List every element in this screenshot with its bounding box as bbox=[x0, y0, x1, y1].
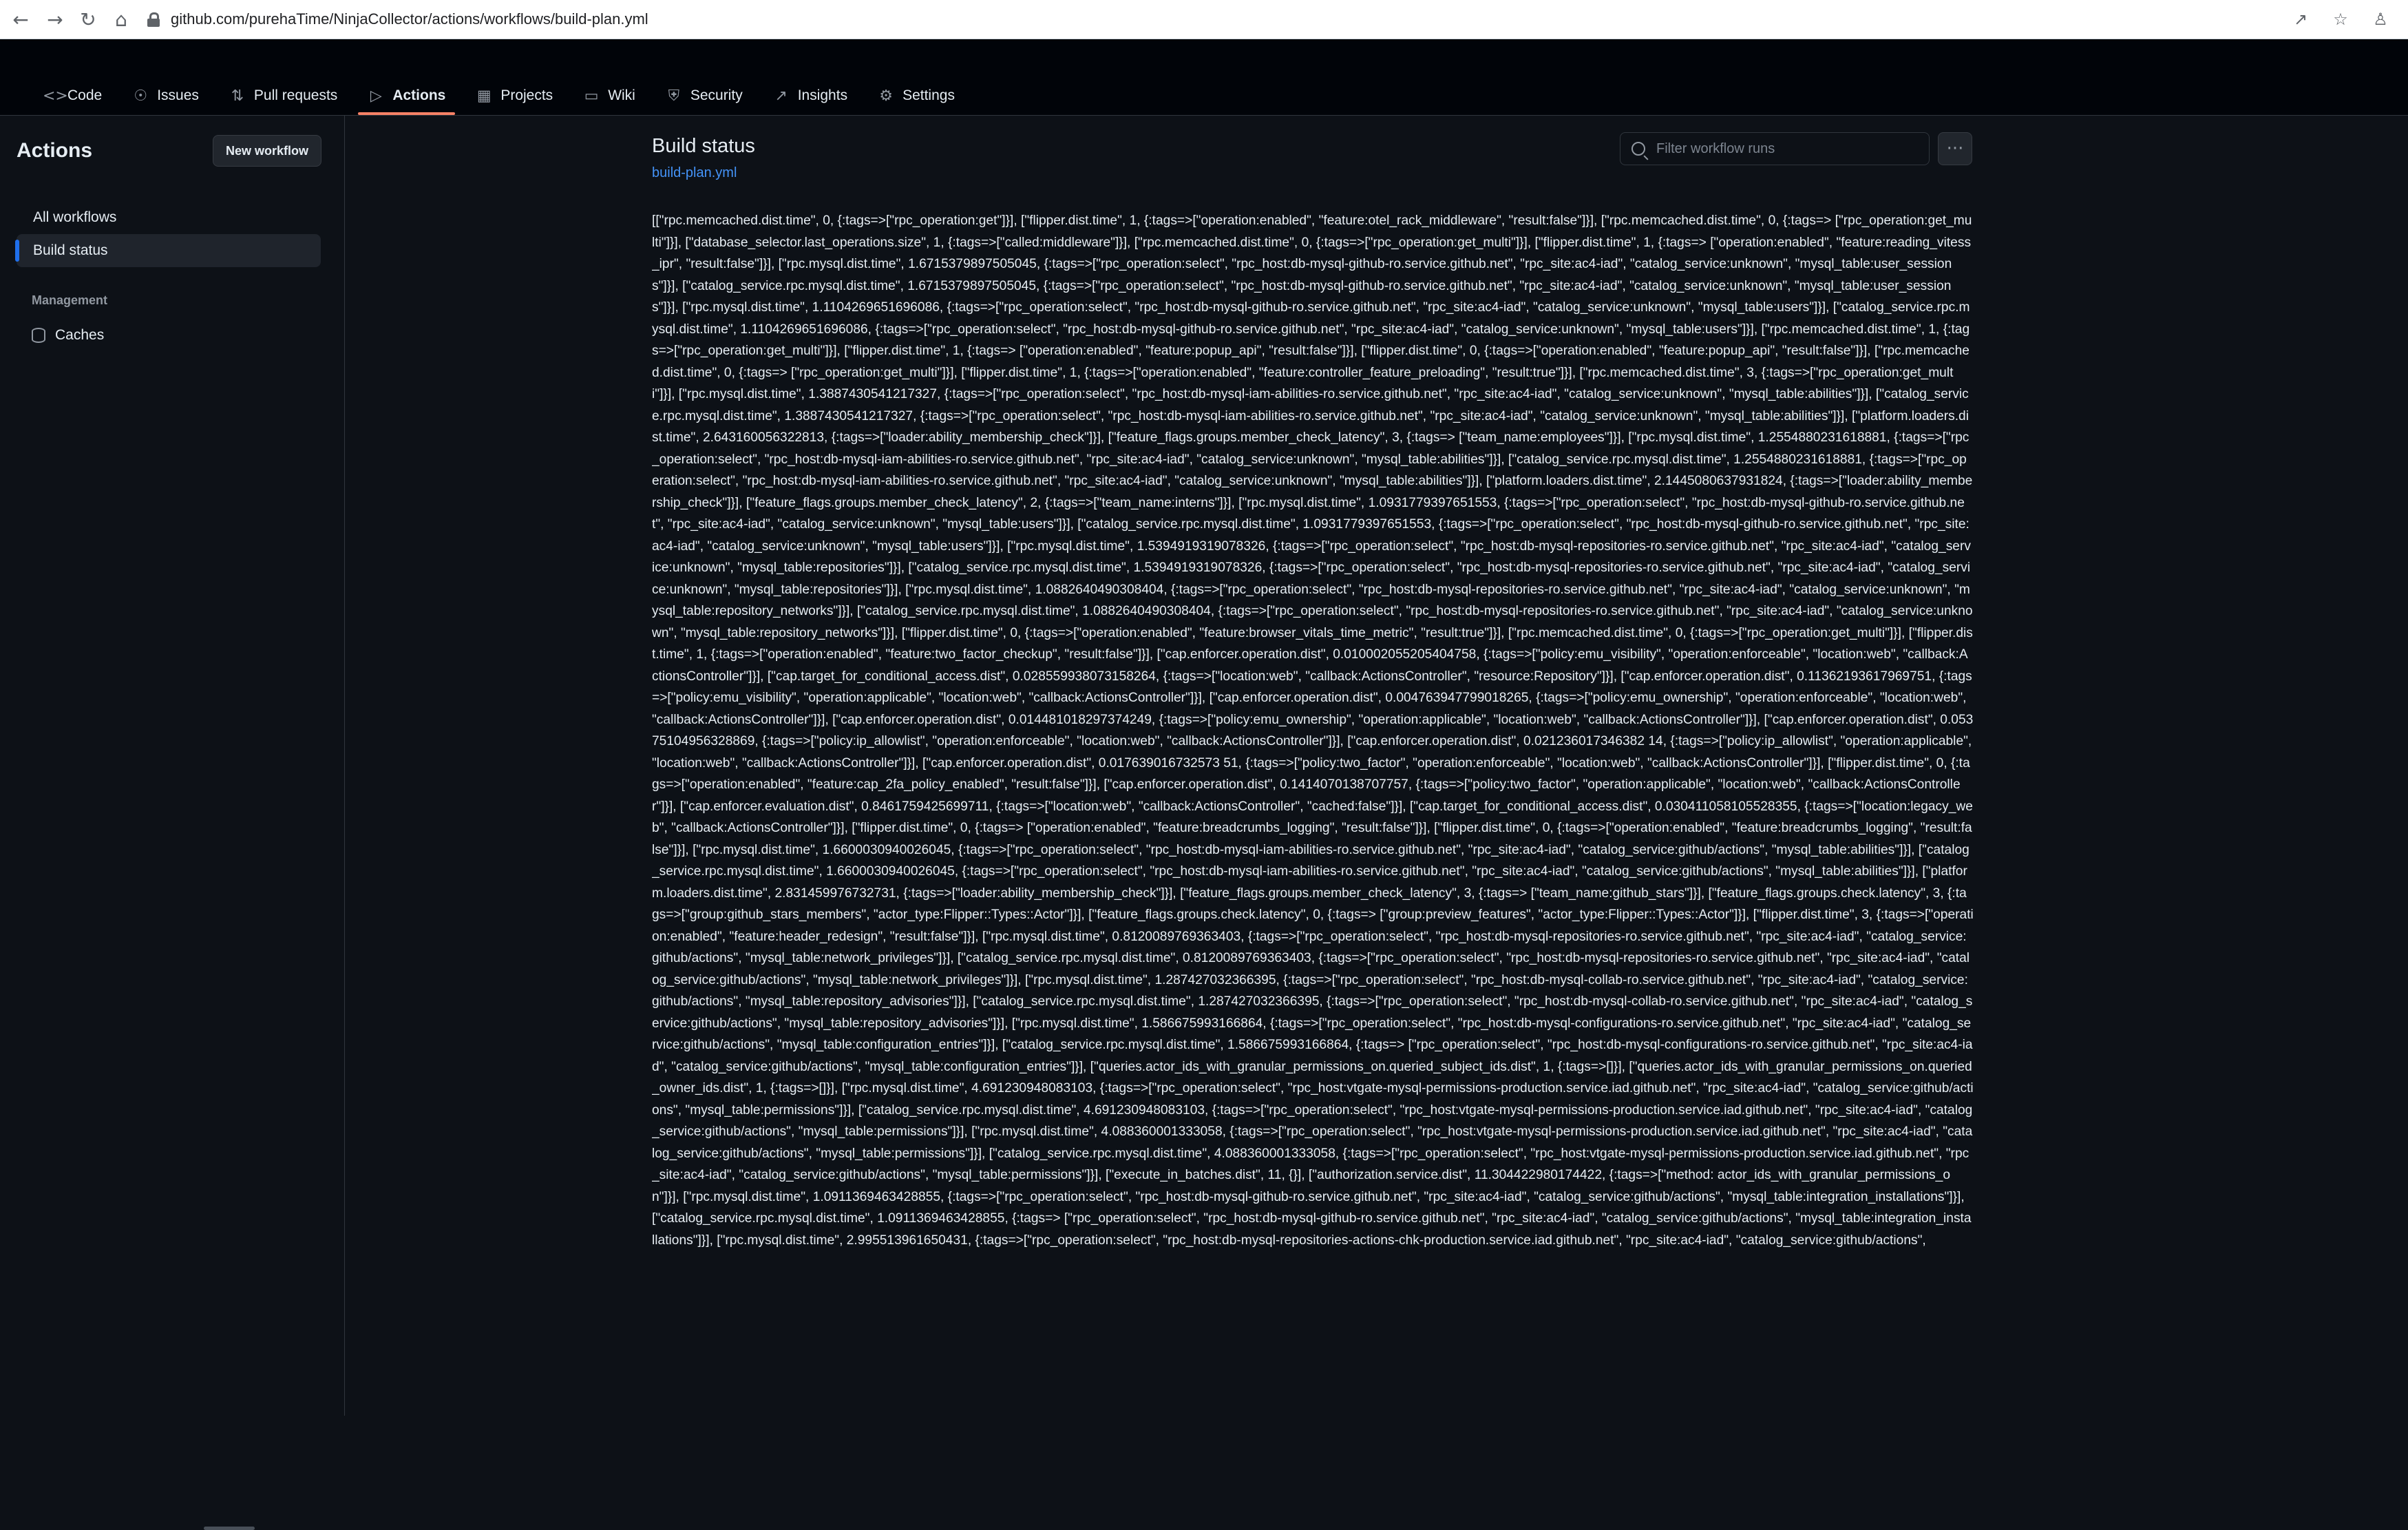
actions-sidebar: Actions New workflow All workflows Build… bbox=[0, 116, 345, 1530]
arrow-left-icon[interactable]: ← bbox=[7, 6, 34, 33]
horizontal-scrollbar[interactable] bbox=[204, 1527, 255, 1530]
search-icon bbox=[1631, 142, 1645, 156]
tab-label: Projects bbox=[500, 87, 553, 103]
graph-icon: ↗ bbox=[774, 87, 788, 105]
tab-label: Wiki bbox=[608, 87, 635, 103]
workflow-file-link[interactable]: build-plan.yml bbox=[652, 165, 737, 181]
sidebar-item-label: All workflows bbox=[33, 209, 117, 225]
home-icon[interactable]: ⌂ bbox=[107, 6, 135, 33]
workflow-output-text: [["rpc.memcached.dist.time", 0, {:tags=>… bbox=[652, 213, 1974, 1248]
play-icon: ▷ bbox=[370, 87, 382, 105]
sidebar-item-all-workflows[interactable]: All workflows bbox=[17, 201, 321, 234]
reload-icon[interactable]: ↻ bbox=[74, 6, 102, 33]
shield-icon: ⛨ bbox=[668, 87, 680, 105]
lock-icon bbox=[147, 12, 160, 27]
tab-label: Settings bbox=[902, 87, 955, 103]
table-icon: ▦ bbox=[476, 87, 492, 105]
new-workflow-button[interactable]: New workflow bbox=[213, 135, 321, 167]
tab-pull-requests[interactable]: ⇅ Pull requests bbox=[214, 79, 352, 112]
tab-security[interactable]: ⛨ Security bbox=[651, 79, 758, 112]
sidebar-title: Actions bbox=[17, 139, 93, 162]
tab-label: Actions bbox=[392, 87, 446, 103]
pull-request-icon: ⇅ bbox=[231, 87, 244, 105]
book-icon: ▭ bbox=[584, 87, 599, 105]
share-icon[interactable]: ↗ bbox=[2287, 6, 2314, 33]
tab-label: Security bbox=[690, 87, 743, 103]
tab-insights[interactable]: ↗ Insights bbox=[758, 79, 863, 112]
bookmark-star-icon[interactable]: ☆ bbox=[2327, 6, 2354, 33]
repo-tabs: <> Code ☉ Issues ⇅ Pull requests ▷ Actions ▦… bbox=[28, 79, 970, 115]
address-bar[interactable]: github.com/purehaTime/NinjaCollector/act… bbox=[147, 6, 2199, 33]
tab-label: Insights bbox=[797, 87, 848, 103]
gear-icon: ⚙ bbox=[879, 87, 893, 105]
page-title: Build status bbox=[652, 135, 755, 157]
database-icon bbox=[32, 328, 45, 343]
tab-label: Pull requests bbox=[253, 87, 338, 103]
filter-input[interactable] bbox=[1655, 140, 1929, 158]
sidebar-item-label: Caches bbox=[55, 327, 105, 343]
tab-label: Issues bbox=[157, 87, 199, 103]
sidebar-item-caches[interactable]: Caches bbox=[17, 319, 321, 352]
tab-settings[interactable]: ⚙ Settings bbox=[863, 79, 970, 112]
browser-toolbar: ← → ↻ ⌂ github.com/purehaTime/NinjaColle… bbox=[0, 0, 2408, 39]
tab-actions[interactable]: ▷ Actions bbox=[352, 79, 461, 115]
tab-projects[interactable]: ▦ Projects bbox=[461, 79, 568, 112]
code-icon: <> bbox=[43, 87, 68, 105]
sidebar-item-build-status[interactable]: Build status bbox=[15, 234, 321, 267]
arrow-right-icon[interactable]: → bbox=[41, 6, 69, 33]
tab-wiki[interactable]: ▭ Wiki bbox=[568, 79, 651, 112]
url-text[interactable]: github.com/purehaTime/NinjaCollector/act… bbox=[171, 10, 648, 28]
profile-icon[interactable]: ♙ bbox=[2367, 6, 2394, 33]
repo-header: <> Code ☉ Issues ⇅ Pull requests ▷ Actions ▦… bbox=[0, 39, 2408, 116]
management-heading: Management bbox=[32, 293, 108, 307]
issue-icon: ☉ bbox=[134, 87, 148, 105]
more-options-button[interactable]: ··· bbox=[1938, 132, 1972, 165]
tab-code[interactable]: <> Code bbox=[28, 79, 117, 112]
sidebar-item-label: Build status bbox=[33, 242, 108, 258]
tab-issues[interactable]: ☉ Issues bbox=[117, 79, 214, 112]
tab-label: Code bbox=[67, 87, 103, 103]
filter-workflow-runs[interactable] bbox=[1620, 132, 1930, 165]
